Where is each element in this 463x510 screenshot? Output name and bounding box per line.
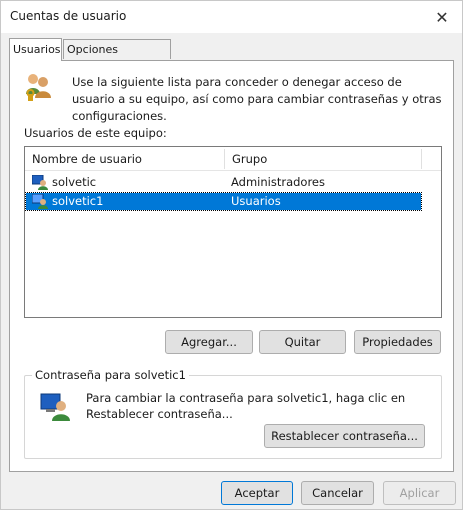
window-title: Cuentas de usuario <box>10 9 127 23</box>
close-icon[interactable]: ✕ <box>428 3 456 31</box>
column-header-group[interactable]: Grupo <box>225 147 421 170</box>
list-row-solvetic[interactable]: solvetic Administradores <box>26 174 421 191</box>
list-header: Nombre de usuario Grupo <box>25 147 441 171</box>
title-bar: Cuentas de usuario ✕ <box>1 1 462 33</box>
tab-opciones-avanzadas[interactable]: Opciones avanzadas <box>63 39 171 76</box>
row-username: solvetic <box>52 175 97 189</box>
list-row-solvetic1[interactable]: solvetic1 Usuarios <box>25 192 422 211</box>
tab-usuarios[interactable]: Usuarios <box>9 38 62 61</box>
row-group: Usuarios <box>231 194 281 208</box>
user-monitor-icon <box>40 393 70 421</box>
user-monitor-icon <box>32 175 48 190</box>
intro-text: Use la siguiente lista para conceder o d… <box>72 75 442 123</box>
ok-button[interactable]: Aceptar <box>221 481 293 505</box>
apply-button[interactable]: Aplicar <box>383 481 456 505</box>
password-group-title: Contraseña para solvetic1 <box>32 368 189 382</box>
row-username: solvetic1 <box>52 194 104 208</box>
column-header-username[interactable]: Nombre de usuario <box>25 147 224 170</box>
row-group: Administradores <box>231 175 325 189</box>
users-icon <box>26 74 51 101</box>
column-separator[interactable] <box>421 149 422 169</box>
users-list-label: Usuarios de este equipo: <box>24 126 167 140</box>
add-button[interactable]: Agregar... <box>165 330 253 354</box>
cancel-button[interactable]: Cancelar <box>301 481 374 505</box>
password-help-text: Para cambiar la contraseña para solvetic… <box>86 391 406 421</box>
user-accounts-dialog: Cuentas de usuario ✕ Usuarios Opciones a… <box>0 0 463 510</box>
remove-button[interactable]: Quitar <box>259 330 346 354</box>
user-monitor-icon <box>32 194 48 209</box>
properties-button[interactable]: Propiedades <box>354 330 441 354</box>
reset-password-button[interactable]: Restablecer contraseña... <box>264 424 425 448</box>
users-listview[interactable]: Nombre de usuario Grupo solvetic Adminis… <box>24 146 442 318</box>
